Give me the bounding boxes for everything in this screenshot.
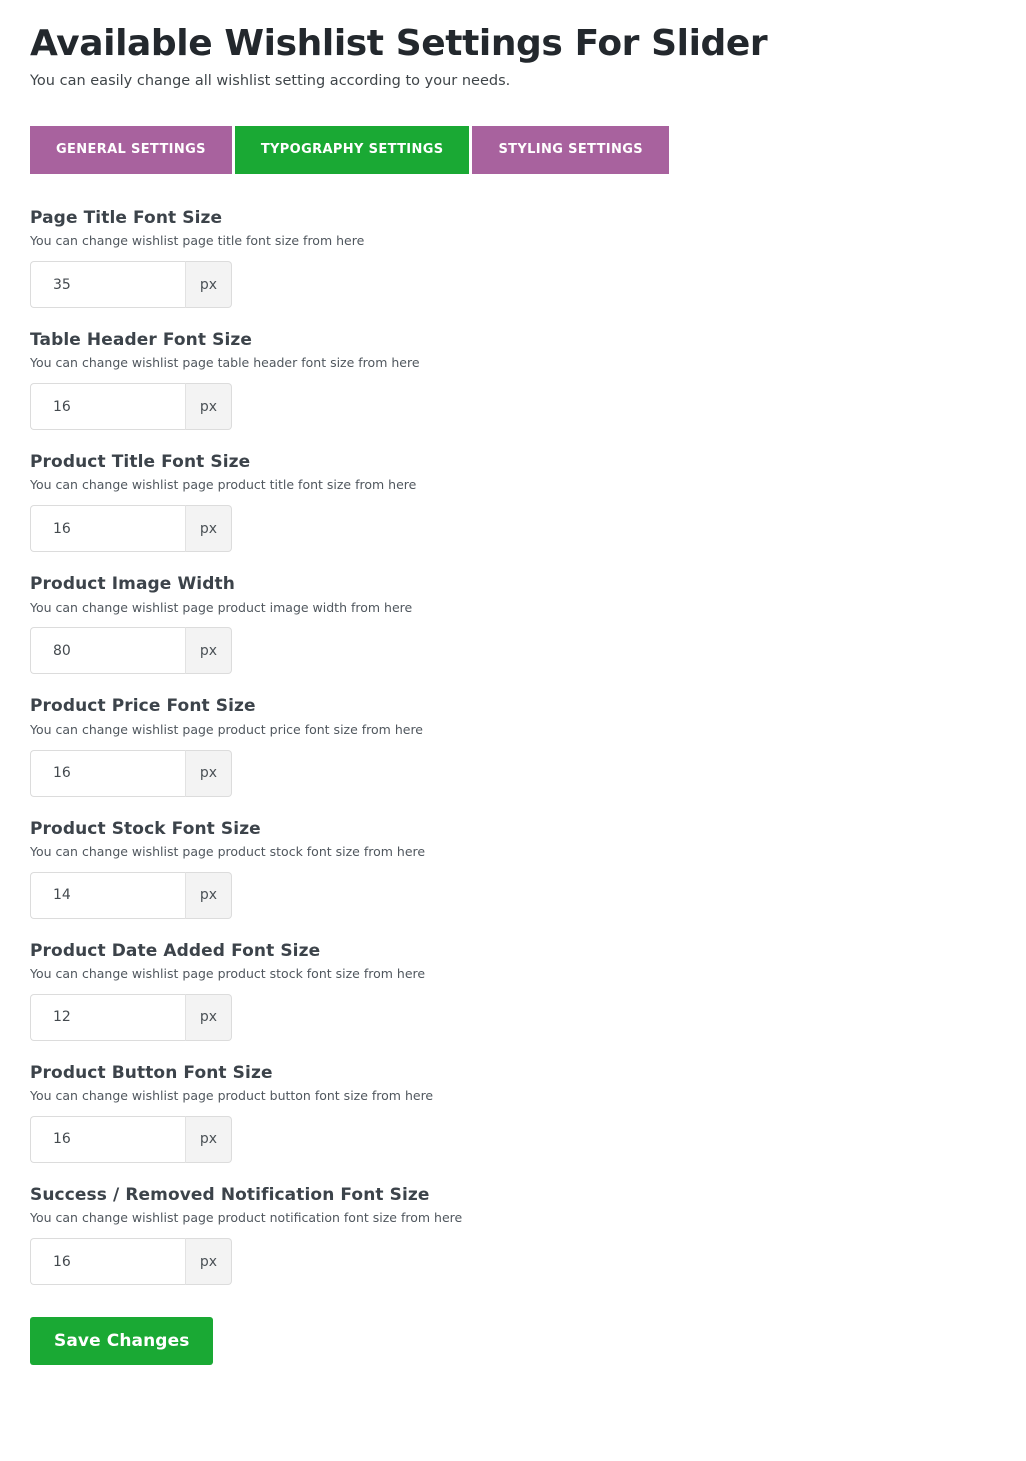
- setting-product-image-width: Product Image Width You can change wishli…: [30, 574, 996, 675]
- input-success-removed-notification-font-size[interactable]: [30, 1238, 185, 1285]
- settings-page: Available Wishlist Settings For Slider Y…: [0, 0, 1026, 1405]
- setting-description: You can change wishlist page product tit…: [30, 477, 417, 493]
- setting-title: Product Button Font Size: [30, 1062, 273, 1083]
- unit-addon: px: [185, 627, 232, 675]
- setting-description: You can change wishlist page product not…: [30, 1210, 463, 1226]
- unit-addon: px: [185, 749, 232, 797]
- input-group: px: [30, 1115, 232, 1163]
- setting-success-removed-notification-font-size: Success / Removed Notification Font Size…: [30, 1185, 996, 1285]
- tab-general-settings[interactable]: GENERAL SETTINGS: [30, 125, 232, 174]
- setting-description: You can change wishlist page product pri…: [30, 721, 423, 737]
- setting-description: You can change wishlist page title font …: [30, 233, 365, 249]
- input-product-price-font-size[interactable]: [30, 749, 185, 797]
- setting-description: You can change wishlist page product but…: [30, 1088, 434, 1103]
- input-table-header-font-size[interactable]: [30, 383, 185, 431]
- setting-product-title-font-size: Product Title Font Size You can change wi…: [30, 452, 996, 553]
- setting-description: You can change wishlist page product ima…: [30, 599, 413, 615]
- input-group: px: [30, 383, 232, 431]
- setting-title: Product Title Font Size: [30, 452, 251, 473]
- input-product-title-font-size[interactable]: [30, 505, 185, 553]
- setting-title: Product Stock Font Size: [30, 818, 261, 839]
- setting-table-header-font-size: Table Header Font Size You can change wis…: [30, 330, 996, 431]
- unit-addon: px: [185, 1238, 232, 1285]
- unit-addon: px: [185, 383, 232, 431]
- input-group: px: [30, 1238, 232, 1285]
- setting-title: Page Title Font Size: [30, 207, 223, 228]
- setting-title: Product Image Width: [30, 574, 235, 595]
- tab-typography-settings[interactable]: TYPOGRAPHY SETTINGS: [234, 125, 470, 174]
- input-group: px: [30, 261, 232, 308]
- page-subtitle: You can easily change all wishlist setti…: [30, 73, 511, 90]
- unit-addon: px: [185, 505, 232, 553]
- unit-addon: px: [185, 993, 232, 1041]
- input-page-title-font-size[interactable]: [30, 261, 185, 308]
- save-changes-button[interactable]: Save Changes: [30, 1317, 214, 1365]
- setting-description: You can change wishlist page table heade…: [30, 355, 420, 371]
- input-product-stock-font-size[interactable]: [30, 871, 185, 919]
- input-group: px: [30, 993, 232, 1041]
- tab-styling-settings[interactable]: STYLING SETTINGS: [472, 125, 669, 174]
- save-row: Save Changes: [30, 1317, 996, 1365]
- input-product-date-added-font-size[interactable]: [30, 993, 185, 1041]
- settings-list: Page Title Font Size You can change wishl…: [30, 208, 996, 1285]
- input-product-image-width[interactable]: [30, 627, 185, 675]
- setting-product-price-font-size: Product Price Font Size You can change wi…: [30, 696, 996, 797]
- input-group: px: [30, 627, 232, 675]
- setting-description: You can change wishlist page product sto…: [30, 843, 426, 859]
- input-group: px: [30, 871, 232, 919]
- setting-title: Product Price Font Size: [30, 696, 256, 717]
- setting-product-button-font-size: Product Button Font Size You can change w…: [30, 1063, 996, 1163]
- setting-product-stock-font-size: Product Stock Font Size You can change wi…: [30, 819, 996, 919]
- input-product-button-font-size[interactable]: [30, 1115, 185, 1163]
- setting-description: You can change wishlist page product sto…: [30, 965, 426, 981]
- setting-product-date-added-font-size: Product Date Added Font Size You can chan…: [30, 941, 996, 1041]
- setting-title: Product Date Added Font Size: [30, 940, 321, 961]
- input-group: px: [30, 505, 232, 553]
- settings-tabs: GENERAL SETTINGS TYPOGRAPHY SETTINGS STYLI…: [30, 125, 996, 174]
- unit-addon: px: [185, 261, 232, 308]
- unit-addon: px: [185, 871, 232, 919]
- setting-title: Success / Removed Notification Font Size: [30, 1184, 430, 1205]
- input-group: px: [30, 749, 232, 797]
- setting-page-title-font-size: Page Title Font Size You can change wishl…: [30, 208, 996, 308]
- unit-addon: px: [185, 1115, 232, 1163]
- setting-title: Table Header Font Size: [30, 330, 252, 350]
- page-title: Available Wishlist Settings For Slider: [30, 23, 768, 64]
